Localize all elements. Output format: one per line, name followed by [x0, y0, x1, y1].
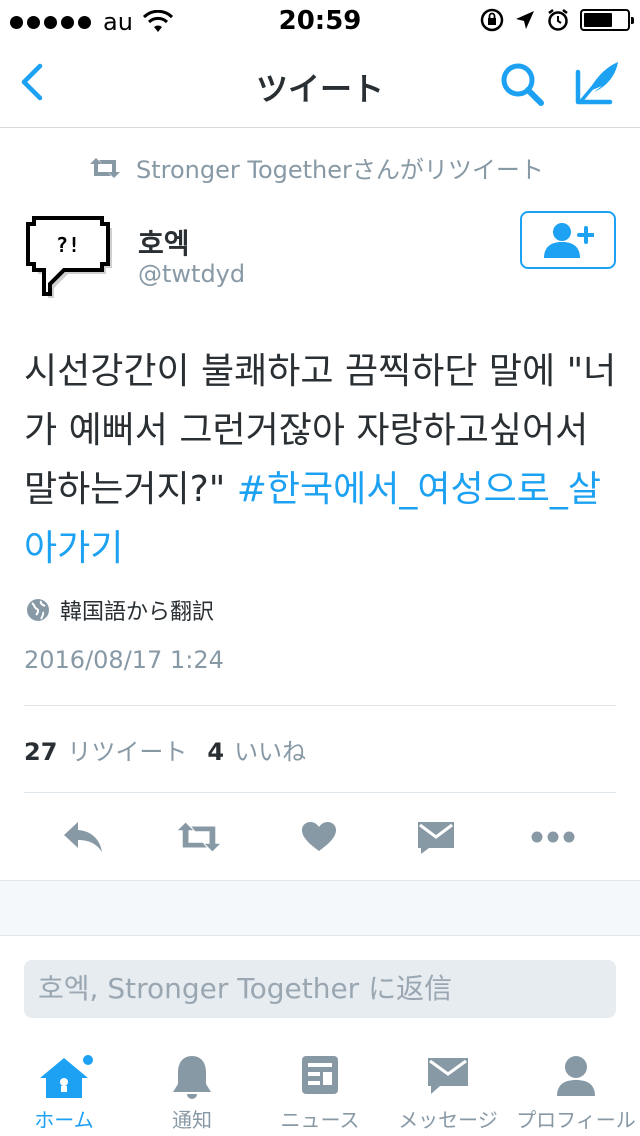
- envelope-icon: [418, 822, 454, 854]
- navigation-bar: ツイート: [0, 40, 640, 128]
- divider: [24, 792, 616, 793]
- retweet-count-label[interactable]: リツイート: [67, 732, 187, 767]
- retweet-context-label: Stronger Togetherさんがリツイート: [136, 156, 544, 184]
- retweet-icon: [90, 157, 120, 178]
- svg-text:?!: ?!: [56, 233, 80, 257]
- envelope-icon: [428, 1058, 468, 1094]
- follow-button[interactable]: [520, 211, 616, 269]
- tab-messages[interactable]: メッセージ: [384, 1042, 512, 1136]
- more-button[interactable]: [530, 814, 576, 860]
- tweet-timestamp: 2016/08/17 1:24: [24, 646, 224, 674]
- profile-icon: [557, 1056, 595, 1096]
- retweet-icon: [177, 822, 221, 852]
- heart-icon: [302, 822, 336, 851]
- direct-message-button[interactable]: [413, 814, 459, 860]
- compose-icon[interactable]: [572, 58, 622, 108]
- tab-profile[interactable]: プロフィール: [512, 1042, 640, 1136]
- alarm-icon: [548, 9, 568, 31]
- globe-icon: [27, 599, 49, 621]
- reply-icon: [64, 822, 102, 852]
- reply-button[interactable]: [60, 814, 106, 860]
- tab-bar: ホーム 通知 ニュース メッセージ プロフィール: [0, 1042, 640, 1136]
- battery-icon: [580, 9, 634, 31]
- more-dots-icon: [531, 831, 575, 843]
- tweet-stats: 27 リツイート 4 いいね: [24, 732, 326, 767]
- location-icon: [516, 11, 534, 29]
- add-user-icon: [544, 223, 594, 258]
- tab-label: 通知: [172, 1108, 212, 1132]
- tab-news[interactable]: ニュース: [256, 1042, 384, 1136]
- translate-label: 韓国語から翻訳: [60, 600, 215, 625]
- translate-link[interactable]: 韓国語から翻訳: [26, 594, 214, 626]
- like-button[interactable]: [296, 814, 342, 860]
- tab-notifications[interactable]: 通知: [128, 1042, 256, 1136]
- author-avatar[interactable]: ?!: [24, 210, 120, 306]
- author-name[interactable]: 호엑: [138, 222, 190, 262]
- retweet-count[interactable]: 27: [24, 738, 57, 766]
- bell-icon: [173, 1056, 211, 1099]
- like-count-label[interactable]: いいね: [234, 732, 306, 767]
- section-separator: [0, 880, 640, 936]
- status-bar: au 20:59: [0, 0, 640, 40]
- retweet-button[interactable]: [176, 814, 222, 860]
- author-handle[interactable]: @twtdyd: [138, 260, 245, 288]
- tweet-actions: [0, 806, 640, 866]
- tweet-text: 시선강간이 불쾌하고 끔찍하단 말에 "너가 예뻐서 그런거잖아 자랑하고싶어서…: [24, 342, 620, 578]
- reply-input[interactable]: 호엑, Stronger Together に返信: [24, 960, 616, 1018]
- search-icon[interactable]: [498, 60, 546, 108]
- news-icon: [302, 1056, 338, 1094]
- like-count[interactable]: 4: [207, 738, 224, 766]
- tab-label: ニュース: [280, 1108, 360, 1132]
- tab-label: プロフィール: [516, 1108, 636, 1132]
- divider: [24, 705, 616, 706]
- tab-label: メッセージ: [398, 1108, 498, 1132]
- retweet-context[interactable]: Stronger Togetherさんがリツイート: [88, 150, 544, 185]
- rotation-lock-icon: [480, 8, 504, 32]
- home-icon: [40, 1055, 93, 1098]
- tab-home[interactable]: ホーム: [0, 1042, 128, 1136]
- tab-label: ホーム: [34, 1108, 94, 1132]
